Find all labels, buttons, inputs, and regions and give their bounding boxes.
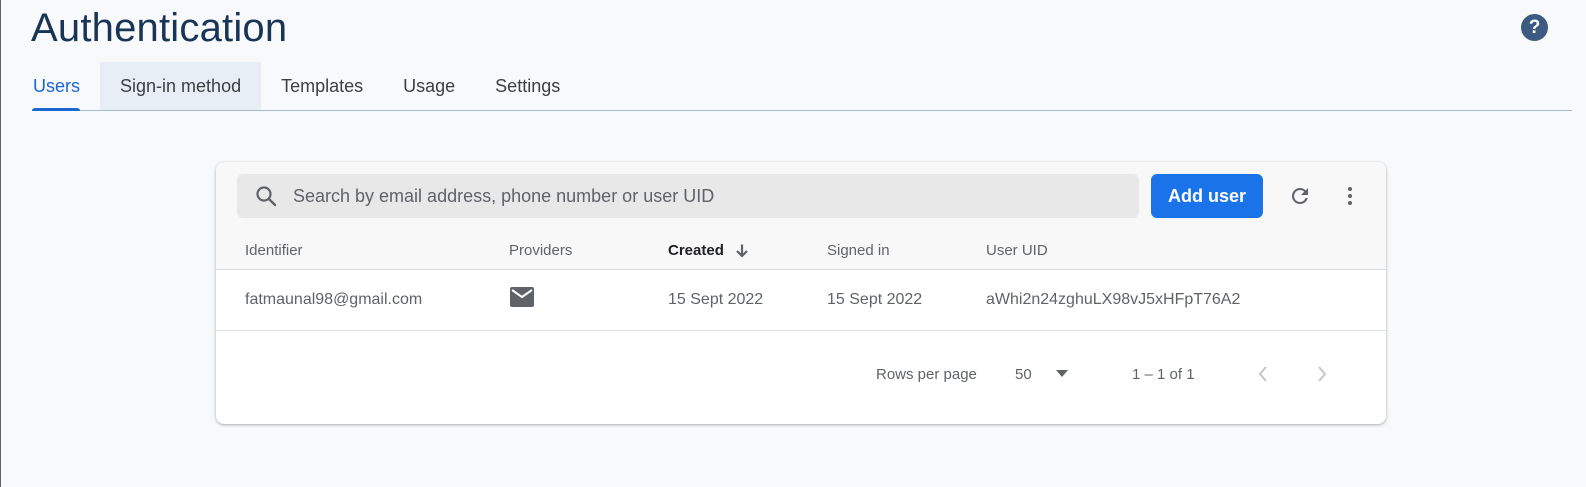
tab-users[interactable]: Users [32, 62, 100, 111]
email-icon [510, 287, 534, 307]
dropdown-arrow-icon [1055, 370, 1068, 377]
chevron-left-icon [1258, 366, 1267, 382]
tab-templates[interactable]: Templates [261, 62, 383, 110]
tab-sign-in-method[interactable]: Sign-in method [100, 62, 262, 110]
rows-per-page-label: Rows per page [876, 366, 977, 383]
previous-page-button[interactable] [1251, 362, 1275, 386]
column-header-signed-in[interactable]: Signed in [827, 242, 890, 259]
column-header-user-uid: User UID [986, 242, 1048, 259]
column-header-created[interactable]: Created [668, 242, 750, 259]
help-icon[interactable]: ? [1521, 14, 1548, 41]
arrow-down-icon [736, 244, 748, 258]
tab-bar: Users Sign-in method Templates Usage Set… [32, 62, 1572, 111]
user-uid: aWhi2n24zghuLX98vJ5xHFpT76A2 [986, 291, 1241, 308]
page-title: Authentication [31, 6, 288, 50]
column-header-providers: Providers [509, 242, 573, 259]
search-input[interactable] [293, 176, 1113, 216]
user-created: 15 Sept 2022 [668, 291, 764, 308]
search-icon [256, 186, 277, 207]
more-options-button[interactable] [1336, 182, 1364, 210]
tab-settings[interactable]: Settings [475, 62, 580, 110]
users-card: Add user Identifier Providers Created Si… [216, 162, 1386, 424]
user-identifier: fatmaunal98@gmail.com [245, 291, 423, 308]
refresh-icon [1292, 188, 1308, 204]
user-signed-in: 15 Sept 2022 [827, 291, 923, 308]
chevron-right-icon [1318, 366, 1327, 382]
next-page-button[interactable] [1310, 362, 1334, 386]
card-header: Add user Identifier Providers Created Si… [216, 162, 1386, 270]
column-header-identifier[interactable]: Identifier [245, 242, 303, 259]
pagination-range: 1 – 1 of 1 [1132, 366, 1195, 383]
search-box[interactable] [237, 174, 1139, 218]
add-user-button[interactable]: Add user [1151, 174, 1263, 218]
more-vert-icon [1348, 187, 1352, 205]
column-header-created-label: Created [668, 242, 724, 259]
tab-usage[interactable]: Usage [383, 62, 475, 110]
table-row[interactable]: fatmaunal98@gmail.com 15 Sept 2022 15 Se… [216, 270, 1386, 331]
rows-per-page-select[interactable]: 50 [1013, 358, 1071, 390]
refresh-button[interactable] [1286, 182, 1314, 210]
rows-per-page-value: 50 [1015, 365, 1032, 383]
